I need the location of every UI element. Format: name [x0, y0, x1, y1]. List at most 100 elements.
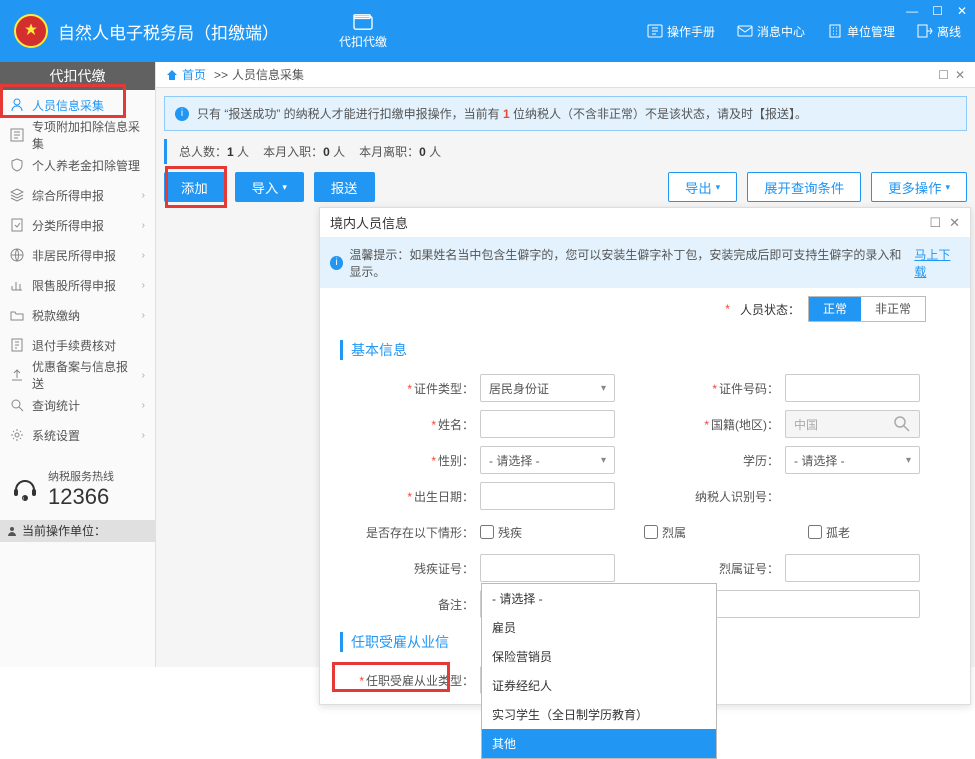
chk-disabled[interactable]: 残疾	[480, 524, 620, 541]
sidebar-item-query[interactable]: 查询统计›	[0, 390, 155, 420]
opt-employee[interactable]: 雇员	[482, 613, 716, 642]
person-icon	[10, 98, 24, 112]
layers-icon	[10, 188, 24, 202]
id-type-label: *证件类型：	[340, 380, 480, 397]
chart-icon	[10, 278, 24, 292]
info-icon: i	[330, 256, 343, 270]
more-button[interactable]: 更多操作▾	[871, 172, 967, 202]
svg-text:!: !	[23, 497, 24, 503]
chevron-right-icon: ›	[142, 280, 145, 291]
sidebar-item-refund[interactable]: 退付手续费核对	[0, 330, 155, 360]
tax-logo-icon	[14, 14, 48, 48]
gender-select[interactable]: - 请选择 -▾	[480, 446, 615, 474]
chevron-down-icon: ▾	[601, 383, 606, 394]
download-link[interactable]: 马上下载	[914, 246, 960, 280]
headset-icon: !	[10, 474, 40, 504]
folder-icon	[10, 308, 24, 322]
export-button[interactable]: 导出▾	[668, 172, 737, 202]
chevron-right-icon: ›	[142, 430, 145, 441]
sidebar-heading: 代扣代缴	[0, 62, 155, 90]
sidebar-item-combine[interactable]: 综合所得申报›	[0, 180, 155, 210]
upload-icon	[10, 368, 24, 382]
sidebar-item-backup[interactable]: 优惠备案与信息报送›	[0, 360, 155, 390]
employ-type-dropdown: - 请选择 - 雇员 保险营销员 证券经纪人 实习学生（全日制学历教育） 其他	[481, 583, 717, 759]
id-no-input[interactable]	[785, 374, 920, 402]
gender-label: *性别：	[340, 452, 480, 469]
opt-other[interactable]: 其他	[482, 729, 716, 758]
remark-label: 备注：	[340, 596, 480, 613]
status-normal-button[interactable]: 正常	[809, 297, 861, 321]
taxid-readonly	[785, 482, 920, 510]
alert-count: 1	[503, 107, 510, 121]
shield-icon	[10, 158, 24, 172]
opt-broker[interactable]: 证券经纪人	[482, 671, 716, 700]
manual-link[interactable]: 操作手册	[647, 23, 715, 40]
crumb-home[interactable]: 首页	[182, 66, 206, 83]
stats-bar: 总人数：1 人 本月入职：0 人 本月离职：0 人	[164, 139, 967, 164]
nation-input[interactable]: 中国	[785, 410, 920, 438]
search-icon[interactable]	[893, 415, 911, 433]
breadcrumb: 首页 >> 人员信息采集 ☐ ✕	[156, 62, 975, 88]
titlebar: 自然人电子税务局（扣缴端） 代扣代缴 操作手册 消息中心 单位管理 离线	[0, 0, 975, 62]
chevron-down-icon: ▾	[282, 182, 287, 193]
current-unit-bar: 当前操作单位：	[0, 520, 155, 542]
panel-close-button[interactable]: ✕	[955, 68, 965, 82]
opt-intern[interactable]: 实习学生（全日制学历教育）	[482, 700, 716, 729]
edu-select[interactable]: - 请选择 -▾	[785, 446, 920, 474]
offline-link[interactable]: 离线	[917, 23, 961, 40]
chevron-right-icon: ›	[142, 190, 145, 201]
dis-no-input[interactable]: - 请选择 - 雇员 保险营销员 证券经纪人 实习学生（全日制学历教育） 其他	[480, 554, 615, 582]
dialog-title: 境内人员信息	[330, 213, 408, 232]
dialog-tip: i 温馨提示：如果姓名当中包含生僻字的，您可以安装生僻字补丁包，安装完成后即可支…	[320, 238, 970, 288]
send-button[interactable]: 报送	[314, 172, 375, 202]
chevron-down-icon: ▾	[601, 455, 606, 466]
status-segmented[interactable]: 正常 非正常	[808, 296, 926, 322]
import-button[interactable]: 导入▾	[235, 172, 304, 202]
birth-input[interactable]	[480, 482, 615, 510]
book-icon	[647, 24, 663, 38]
chk-martyr[interactable]: 烈属	[644, 524, 784, 541]
message-link[interactable]: 消息中心	[737, 23, 805, 40]
person-dialog: 境内人员信息 ☐ ✕ i 温馨提示：如果姓名当中包含生僻字的，您可以安装生僻字补…	[319, 207, 971, 705]
crumb-page: 人员信息采集	[232, 66, 304, 83]
status-abnormal-button[interactable]: 非正常	[861, 297, 925, 321]
status-label: 人员状态：	[740, 301, 800, 318]
dis-no-label: 残疾证号：	[340, 560, 480, 577]
add-button[interactable]: 添加	[164, 172, 225, 202]
info-icon: i	[175, 107, 189, 121]
unit-link[interactable]: 单位管理	[827, 23, 895, 40]
sidebar-item-collect[interactable]: 人员信息采集	[0, 90, 155, 120]
sidebar-item-pension[interactable]: 个人养老金扣除管理	[0, 150, 155, 180]
window-max-button[interactable]: ☐	[932, 4, 943, 18]
daikou-tab[interactable]: 代扣代缴	[339, 13, 387, 50]
mail-icon	[737, 24, 753, 38]
crumb-sep: >>	[214, 68, 228, 82]
search-icon	[10, 398, 24, 412]
hotline-number: 12366	[48, 484, 114, 510]
mar-no-input[interactable]	[785, 554, 920, 582]
window-close-button[interactable]: ✕	[957, 4, 967, 18]
name-label: *姓名：	[340, 416, 480, 433]
dialog-max-button[interactable]: ☐	[929, 215, 941, 231]
sidebar-item-restrict[interactable]: 限售股所得申报›	[0, 270, 155, 300]
wallet-icon	[352, 13, 374, 31]
mar-no-label: 烈属证号：	[645, 560, 785, 577]
id-type-select[interactable]: 居民身份证▾	[480, 374, 615, 402]
globe-icon	[10, 248, 24, 262]
dialog-close-button[interactable]: ✕	[949, 215, 960, 231]
chevron-right-icon: ›	[142, 250, 145, 261]
edu-label: 学历：	[645, 452, 785, 469]
window-min-button[interactable]: —	[906, 4, 918, 18]
chk-orphan[interactable]: 孤老	[808, 524, 948, 541]
expand-query-button[interactable]: 展开查询条件	[747, 172, 861, 202]
sidebar-item-tax[interactable]: 税款缴纳›	[0, 300, 155, 330]
sidebar-item-addition[interactable]: 专项附加扣除信息采集	[0, 120, 155, 150]
sidebar-item-setting[interactable]: 系统设置›	[0, 420, 155, 450]
panel-max-button[interactable]: ☐	[938, 68, 949, 82]
sidebar-item-nonres[interactable]: 非居民所得申报›	[0, 240, 155, 270]
opt-placeholder[interactable]: - 请选择 -	[482, 584, 716, 613]
name-input[interactable]	[480, 410, 615, 438]
sidebar-item-classify[interactable]: 分类所得申报›	[0, 210, 155, 240]
alert-banner: i 只有 “报送成功” 的纳税人才能进行扣缴申报操作，当前有 1 位纳税人（不含…	[164, 96, 967, 131]
birth-label: *出生日期：	[340, 488, 480, 505]
